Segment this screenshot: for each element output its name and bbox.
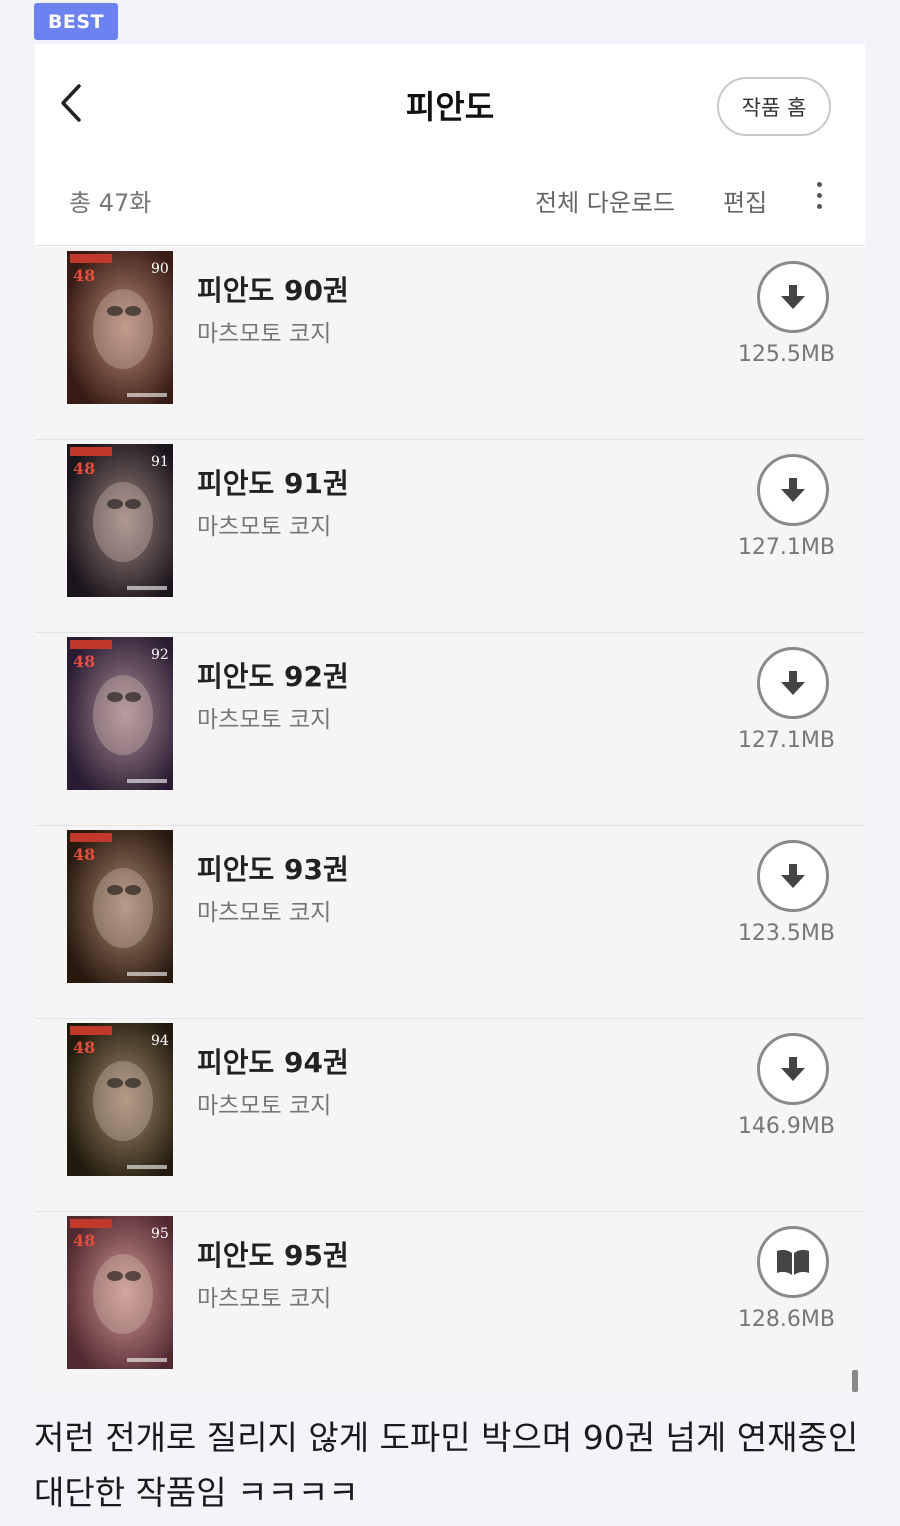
volume-cover-image: 48 95 [67, 1216, 173, 1369]
volume-action-button[interactable] [757, 454, 829, 526]
book-open-icon [777, 1249, 809, 1275]
volume-file-size: 127.1MB [737, 728, 835, 753]
volume-title: 피안도 92권 [197, 660, 349, 693]
volume-cover-image: 48 91 [67, 444, 173, 597]
volume-row[interactable]: 48 95 피안도 95권 마츠모토 코지 128.6MB [35, 1212, 865, 1392]
edit-button[interactable]: 편집 [723, 183, 767, 218]
volume-list: 48 90 피안도 90권 마츠모토 코지 125.5MB 48 91 피안도 91… [35, 247, 865, 1392]
download-icon [781, 478, 805, 502]
volume-action-button[interactable] [757, 1033, 829, 1105]
download-icon [781, 864, 805, 888]
volume-cover-image: 48 92 [67, 637, 173, 790]
more-vertical-icon[interactable] [811, 178, 827, 218]
scrollbar[interactable] [852, 1370, 858, 1392]
download-icon [781, 285, 805, 309]
volume-title: 피안도 91권 [197, 467, 349, 500]
volume-file-size: 127.1MB [737, 535, 835, 560]
volume-title: 피안도 95권 [197, 1239, 349, 1272]
volume-title: 피안도 90권 [197, 274, 349, 307]
volume-row[interactable]: 48 90 피안도 90권 마츠모토 코지 125.5MB [35, 247, 865, 440]
volume-row[interactable]: 48 94 피안도 94권 마츠모토 코지 146.9MB [35, 1019, 865, 1212]
volume-title: 피안도 93권 [197, 853, 349, 886]
volume-author: 마츠모토 코지 [197, 900, 332, 926]
volume-action-button[interactable] [757, 1226, 829, 1298]
svg-text:48: 48 [73, 845, 95, 864]
volume-author: 마츠모토 코지 [197, 514, 332, 540]
svg-text:92: 92 [151, 647, 169, 663]
download-all-button[interactable]: 전체 다운로드 [535, 183, 675, 218]
volume-row[interactable]: 48 92 피안도 92권 마츠모토 코지 127.1MB [35, 633, 865, 826]
episode-count: 총 47화 [69, 189, 152, 217]
volume-action-button[interactable] [757, 840, 829, 912]
svg-text:94: 94 [151, 1033, 169, 1049]
volume-cover-image: 48 94 [67, 1023, 173, 1176]
volume-file-size: 128.6MB [737, 1307, 835, 1332]
volume-file-size: 146.9MB [737, 1114, 835, 1139]
svg-text:90: 90 [151, 261, 169, 277]
svg-text:48: 48 [73, 1038, 95, 1057]
list-toolbar: 총 47화 전체 다운로드 편집 [35, 168, 865, 246]
svg-text:48: 48 [73, 266, 95, 285]
svg-text:91: 91 [151, 454, 169, 470]
post-caption: 저런 전개로 질리지 않게 도파민 박으며 90권 넘게 연재중인 대단한 작품… [34, 1418, 859, 1512]
svg-text:48: 48 [73, 459, 95, 478]
volume-author: 마츠모토 코지 [197, 1093, 332, 1119]
download-icon [781, 671, 805, 695]
volume-row[interactable]: 48 91 피안도 91권 마츠모토 코지 127.1MB [35, 440, 865, 633]
volume-file-size: 125.5MB [737, 342, 835, 367]
svg-text:48: 48 [73, 1231, 95, 1250]
best-badge: BEST [34, 3, 118, 40]
top-nav-bar: 피안도 작품 홈 [35, 44, 865, 168]
svg-text:48: 48 [73, 652, 95, 671]
volume-action-button[interactable] [757, 261, 829, 333]
volume-cover-image: 48 90 [67, 251, 173, 404]
volume-row[interactable]: 48 피안도 93권 마츠모토 코지 123.5MB [35, 826, 865, 1019]
volume-author: 마츠모토 코지 [197, 321, 332, 347]
volume-list-screen: 피안도 작품 홈 총 47화 전체 다운로드 편집 48 90 피안도 90권 마… [35, 44, 865, 1392]
volume-author: 마츠모토 코지 [197, 1286, 332, 1312]
volume-action-button[interactable] [757, 647, 829, 719]
download-icon [781, 1057, 805, 1081]
volume-file-size: 123.5MB [737, 921, 835, 946]
volume-author: 마츠모토 코지 [197, 707, 332, 733]
volume-title: 피안도 94권 [197, 1046, 349, 1079]
volume-cover-image: 48 [67, 830, 173, 983]
work-home-button[interactable]: 작품 홈 [717, 77, 831, 136]
svg-text:95: 95 [151, 1226, 169, 1242]
